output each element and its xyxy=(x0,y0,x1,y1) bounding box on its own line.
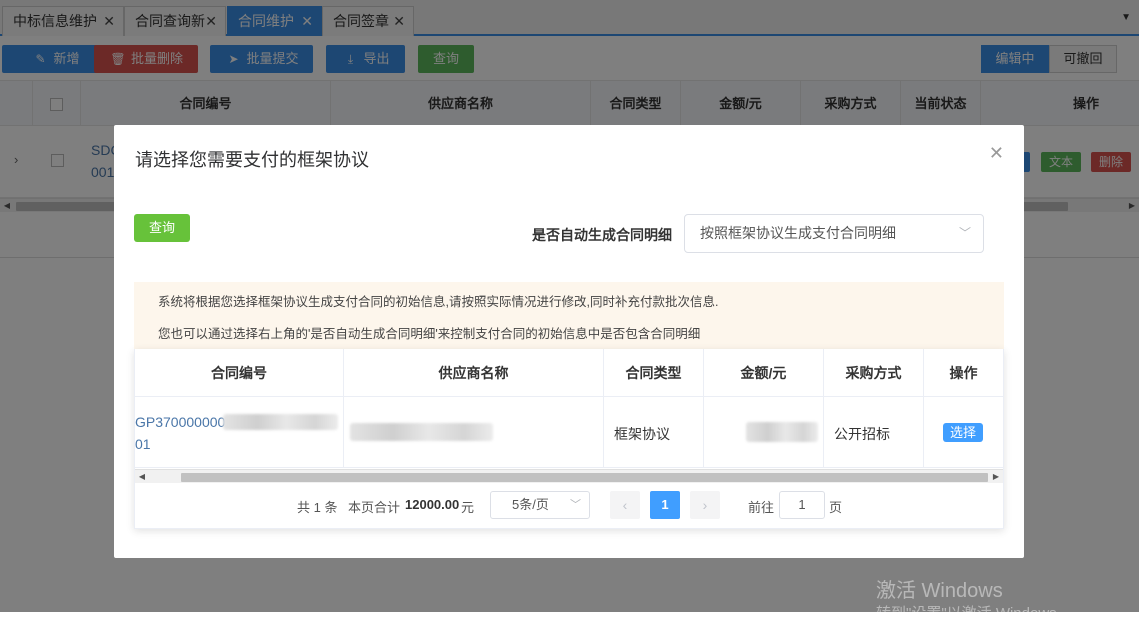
header-contract-no: 合同编号 xyxy=(135,349,344,397)
page-number-current[interactable]: 1 xyxy=(650,491,680,519)
chevron-down-icon: ﹀ xyxy=(958,226,971,240)
redacted-supplier xyxy=(350,423,493,441)
page-sum-label: 本页合计 xyxy=(348,500,401,515)
cell-supplier xyxy=(344,397,604,468)
page-size-value: 5条/页 xyxy=(512,497,549,512)
prev-page-button[interactable]: ‹ xyxy=(610,491,640,519)
table-row[interactable]: GP370000000 01 框架协议 公开招标 选择 xyxy=(135,397,1003,468)
framework-agreement-dialog: 请选择您需要支付的框架协议 ✕ 查询 是否自动生成合同明细 按照框架协议生成支付… xyxy=(114,125,1024,558)
header-amount: 金额/元 xyxy=(704,349,824,397)
select-button[interactable]: 选择 xyxy=(943,423,983,442)
notice-line-1: 系统将根据您选择框架协议生成支付合同的初始信息,请按照实际情况进行修改,同时补充… xyxy=(158,295,719,309)
agreement-table: 合同编号 供应商名称 合同类型 金额/元 采购方式 操作 GP370000000… xyxy=(134,349,1004,529)
cell-actions: 选择 xyxy=(924,397,1003,468)
next-page-button[interactable]: › xyxy=(690,491,720,519)
header-actions: 操作 xyxy=(949,365,978,381)
purchase-method-value: 公开招标 xyxy=(834,426,890,442)
chevron-down-icon: ﹀ xyxy=(570,499,581,511)
page-size-select[interactable]: 5条/页 ﹀ xyxy=(490,491,590,519)
notice-box: 系统将根据您选择框架协议生成支付合同的初始信息,请按照实际情况进行修改,同时补充… xyxy=(134,282,1004,350)
close-icon[interactable]: ✕ xyxy=(989,143,1004,164)
auto-generate-label: 是否自动生成合同明细 xyxy=(532,227,672,243)
agreement-table-header: 合同编号 供应商名称 合同类型 金额/元 采购方式 操作 xyxy=(135,349,1003,397)
goto-unit: 页 xyxy=(829,500,843,515)
contract-no-line2[interactable]: 01 xyxy=(135,436,151,452)
page-sum-value: 12000.00 xyxy=(405,497,460,512)
notice-line-2: 您也可以通过选择右上角的'是否自动生成合同明细'来控制支付合同的初始信息中是否包… xyxy=(158,327,701,341)
header-contract-type: 合同类型 xyxy=(604,349,704,397)
contract-no-line1[interactable]: GP370000000 xyxy=(135,414,225,430)
cell-amount xyxy=(704,397,824,468)
contract-type-value: 框架协议 xyxy=(614,426,670,442)
cell-contract-type: 框架协议 xyxy=(604,397,704,468)
windows-activation-watermark-2: 转到"设置"以激活 Windows xyxy=(876,605,1057,622)
goto-label: 前往 xyxy=(748,500,775,515)
goto-page-input[interactable]: 1 xyxy=(779,491,825,519)
dialog-query-button[interactable]: 查询 xyxy=(134,214,190,242)
total-count: 共 1 条 xyxy=(297,500,338,515)
agreement-table-scrollbar[interactable]: ◀ ▶ xyxy=(135,469,1003,483)
header-supplier: 供应商名称 xyxy=(344,349,604,397)
header-purchase-method: 采购方式 xyxy=(824,349,924,397)
redacted-amount xyxy=(746,422,818,442)
cell-contract-no: GP370000000 01 xyxy=(135,397,344,468)
windows-activation-watermark: 激活 Windows xyxy=(876,580,1003,602)
scroll-right-icon[interactable]: ▶ xyxy=(989,470,1003,484)
redacted-contract-no xyxy=(223,414,338,430)
scroll-thumb[interactable] xyxy=(181,473,988,482)
auto-generate-select[interactable]: 按照框架协议生成支付合同明细 ﹀ xyxy=(684,214,984,253)
auto-generate-value: 按照框架协议生成支付合同明细 xyxy=(700,225,896,241)
cell-purchase-method: 公开招标 xyxy=(824,397,924,468)
scroll-left-icon[interactable]: ◀ xyxy=(135,470,149,484)
page-sum-unit: 元 xyxy=(461,500,475,515)
pagination: 共 1 条 本页合计 12000.00 元 5条/页 ﹀ ‹ 1 › 前往 1 … xyxy=(135,486,1003,520)
dialog-title: 请选择您需要支付的框架协议 xyxy=(135,150,369,170)
